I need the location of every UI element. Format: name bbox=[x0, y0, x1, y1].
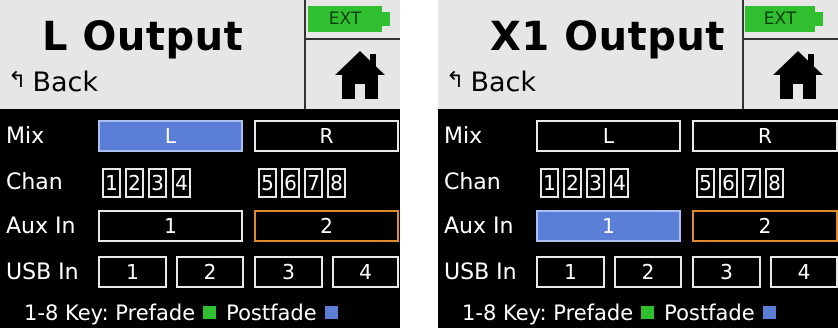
fade-key-legend: 1-8 Key: Prefade Postfade bbox=[438, 298, 838, 328]
header: X1 Output ↰ Back EXT bbox=[438, 0, 838, 109]
home-panel: EXT bbox=[304, 0, 400, 109]
prefade-swatch bbox=[203, 306, 217, 319]
mix-label: Mix bbox=[6, 124, 45, 149]
header: L Output ↰ Back EXT bbox=[0, 0, 400, 109]
chan-1-button[interactable]: 1 bbox=[102, 168, 121, 198]
battery-terminal bbox=[815, 12, 823, 26]
ext-power-badge: EXT bbox=[745, 6, 815, 32]
usb-in-1-button[interactable]: 1 bbox=[98, 256, 167, 288]
aux-in-label: Aux In bbox=[444, 214, 514, 239]
output-screen-l: L Output ↰ Back EXT Mix L R Chan 1 2 3 4… bbox=[0, 0, 400, 328]
usb-in-3-button[interactable]: 3 bbox=[254, 256, 323, 288]
chan-7-button[interactable]: 7 bbox=[742, 168, 761, 198]
mix-r-button[interactable]: R bbox=[254, 120, 399, 152]
chan-row: Chan 1 2 3 4 5 6 7 8 bbox=[438, 164, 838, 202]
divider bbox=[742, 38, 838, 40]
key-postfade-label: Postfade bbox=[664, 301, 755, 325]
back-arrow-icon: ↰ bbox=[8, 67, 27, 93]
home-icon[interactable] bbox=[772, 48, 824, 100]
chan-label: Chan bbox=[6, 170, 63, 195]
chan-row: Chan 1 2 3 4 5 6 7 8 bbox=[0, 164, 400, 202]
mix-row: Mix L R bbox=[0, 118, 400, 156]
usb-in-2-button[interactable]: 2 bbox=[614, 256, 682, 288]
chan-3-button[interactable]: 3 bbox=[148, 168, 167, 198]
home-panel: EXT bbox=[742, 0, 838, 109]
chan-2-button[interactable]: 2 bbox=[125, 168, 144, 198]
usb-in-label: USB In bbox=[444, 260, 517, 285]
back-button[interactable]: ↰ Back bbox=[446, 62, 536, 102]
key-prefade-label: 1-8 Key: Prefade bbox=[24, 301, 196, 325]
mix-label: Mix bbox=[444, 124, 483, 149]
chan-1-button[interactable]: 1 bbox=[540, 168, 559, 198]
fade-key-legend: 1-8 Key: Prefade Postfade bbox=[0, 298, 400, 328]
chan-8-button[interactable]: 8 bbox=[765, 168, 784, 198]
chan-label: Chan bbox=[444, 170, 501, 195]
chan-6-button[interactable]: 6 bbox=[719, 168, 738, 198]
mix-l-button[interactable]: L bbox=[536, 120, 681, 152]
usb-in-3-button[interactable]: 3 bbox=[692, 256, 761, 288]
back-button[interactable]: ↰ Back bbox=[8, 62, 98, 102]
mix-row: Mix L R bbox=[438, 118, 838, 156]
aux-in-label: Aux In bbox=[6, 214, 76, 239]
home-icon[interactable] bbox=[334, 48, 386, 100]
chan-7-button[interactable]: 7 bbox=[304, 168, 323, 198]
divider bbox=[0, 109, 400, 113]
page-title: X1 Output bbox=[490, 14, 725, 60]
prefade-swatch bbox=[641, 306, 655, 319]
chan-4-button[interactable]: 4 bbox=[610, 168, 629, 198]
aux-in-1-button[interactable]: 1 bbox=[98, 210, 243, 242]
aux-in-1-button[interactable]: 1 bbox=[536, 210, 681, 242]
aux-in-2-button[interactable]: 2 bbox=[692, 210, 838, 242]
postfade-swatch bbox=[762, 306, 776, 319]
battery-terminal bbox=[382, 12, 390, 26]
usb-in-row: USB In 1 2 3 4 bbox=[0, 254, 400, 292]
output-screen-x1: X1 Output ↰ Back EXT Mix L R Chan 1 2 3 … bbox=[438, 0, 838, 328]
mix-r-button[interactable]: R bbox=[692, 120, 838, 152]
chan-8-button[interactable]: 8 bbox=[327, 168, 346, 198]
divider bbox=[438, 109, 838, 113]
back-label: Back bbox=[32, 66, 98, 98]
usb-in-label: USB In bbox=[6, 260, 79, 285]
back-arrow-icon: ↰ bbox=[446, 67, 465, 93]
mix-l-button[interactable]: L bbox=[98, 120, 243, 152]
usb-in-row: USB In 1 2 3 4 bbox=[438, 254, 838, 292]
chan-4-button[interactable]: 4 bbox=[172, 168, 191, 198]
back-label: Back bbox=[470, 66, 536, 98]
aux-in-2-button[interactable]: 2 bbox=[254, 210, 399, 242]
usb-in-4-button[interactable]: 4 bbox=[332, 256, 399, 288]
page-title: L Output bbox=[42, 14, 244, 60]
ext-power-badge: EXT bbox=[308, 6, 382, 32]
aux-in-row: Aux In 1 2 bbox=[438, 208, 838, 246]
chan-5-button[interactable]: 5 bbox=[258, 168, 277, 198]
postfade-swatch bbox=[324, 306, 338, 319]
chan-5-button[interactable]: 5 bbox=[696, 168, 715, 198]
chan-2-button[interactable]: 2 bbox=[563, 168, 582, 198]
chan-6-button[interactable]: 6 bbox=[281, 168, 300, 198]
key-postfade-label: Postfade bbox=[226, 301, 317, 325]
divider bbox=[304, 38, 400, 40]
chan-3-button[interactable]: 3 bbox=[586, 168, 605, 198]
usb-in-4-button[interactable]: 4 bbox=[770, 256, 838, 288]
divider bbox=[742, 0, 744, 109]
aux-in-row: Aux In 1 2 bbox=[0, 208, 400, 246]
key-prefade-label: 1-8 Key: Prefade bbox=[462, 301, 634, 325]
divider bbox=[304, 0, 306, 109]
usb-in-1-button[interactable]: 1 bbox=[536, 256, 605, 288]
usb-in-2-button[interactable]: 2 bbox=[176, 256, 244, 288]
